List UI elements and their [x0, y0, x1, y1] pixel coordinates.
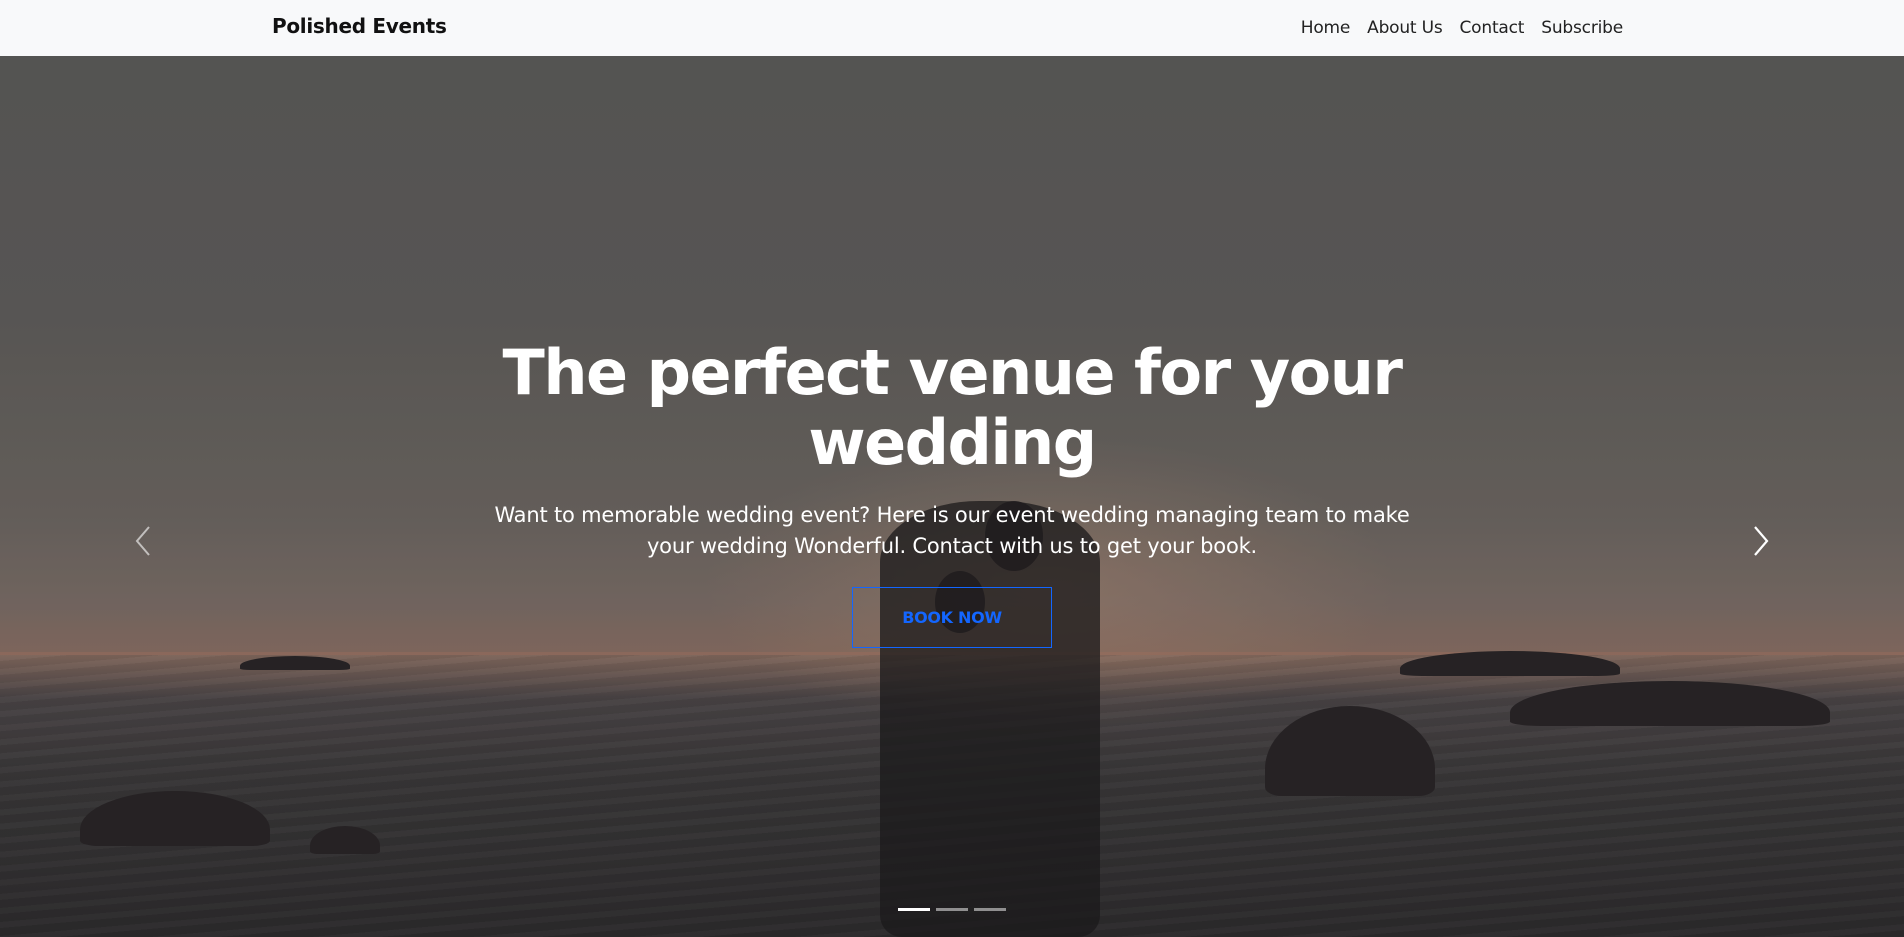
nav-link-about-us[interactable]: About Us [1367, 2, 1443, 55]
nav-link-home[interactable]: Home [1301, 2, 1351, 55]
book-now-button[interactable]: BOOK NOW [852, 587, 1052, 648]
navbar: Polished Events Home About Us Contact Su… [0, 0, 1904, 56]
carousel-indicator-3[interactable] [974, 908, 1006, 911]
hero-title: The perfect venue for your wedding [502, 336, 1403, 479]
carousel-indicators [0, 908, 1904, 911]
carousel-indicator-2[interactable] [936, 908, 968, 911]
hero-carousel: The perfect venue for your wedding Want … [0, 56, 1904, 937]
hero-caption: The perfect venue for your wedding Want … [0, 338, 1904, 648]
brand-logo[interactable]: Polished Events [272, 0, 447, 56]
carousel-indicator-1[interactable] [898, 908, 930, 911]
hero-description: Want to memorable wedding event? Here is… [494, 503, 1410, 558]
nav-link-contact[interactable]: Contact [1460, 2, 1525, 55]
nav-links: Home About Us Contact Subscribe [1284, 0, 1623, 56]
nav-link-subscribe[interactable]: Subscribe [1541, 2, 1623, 55]
